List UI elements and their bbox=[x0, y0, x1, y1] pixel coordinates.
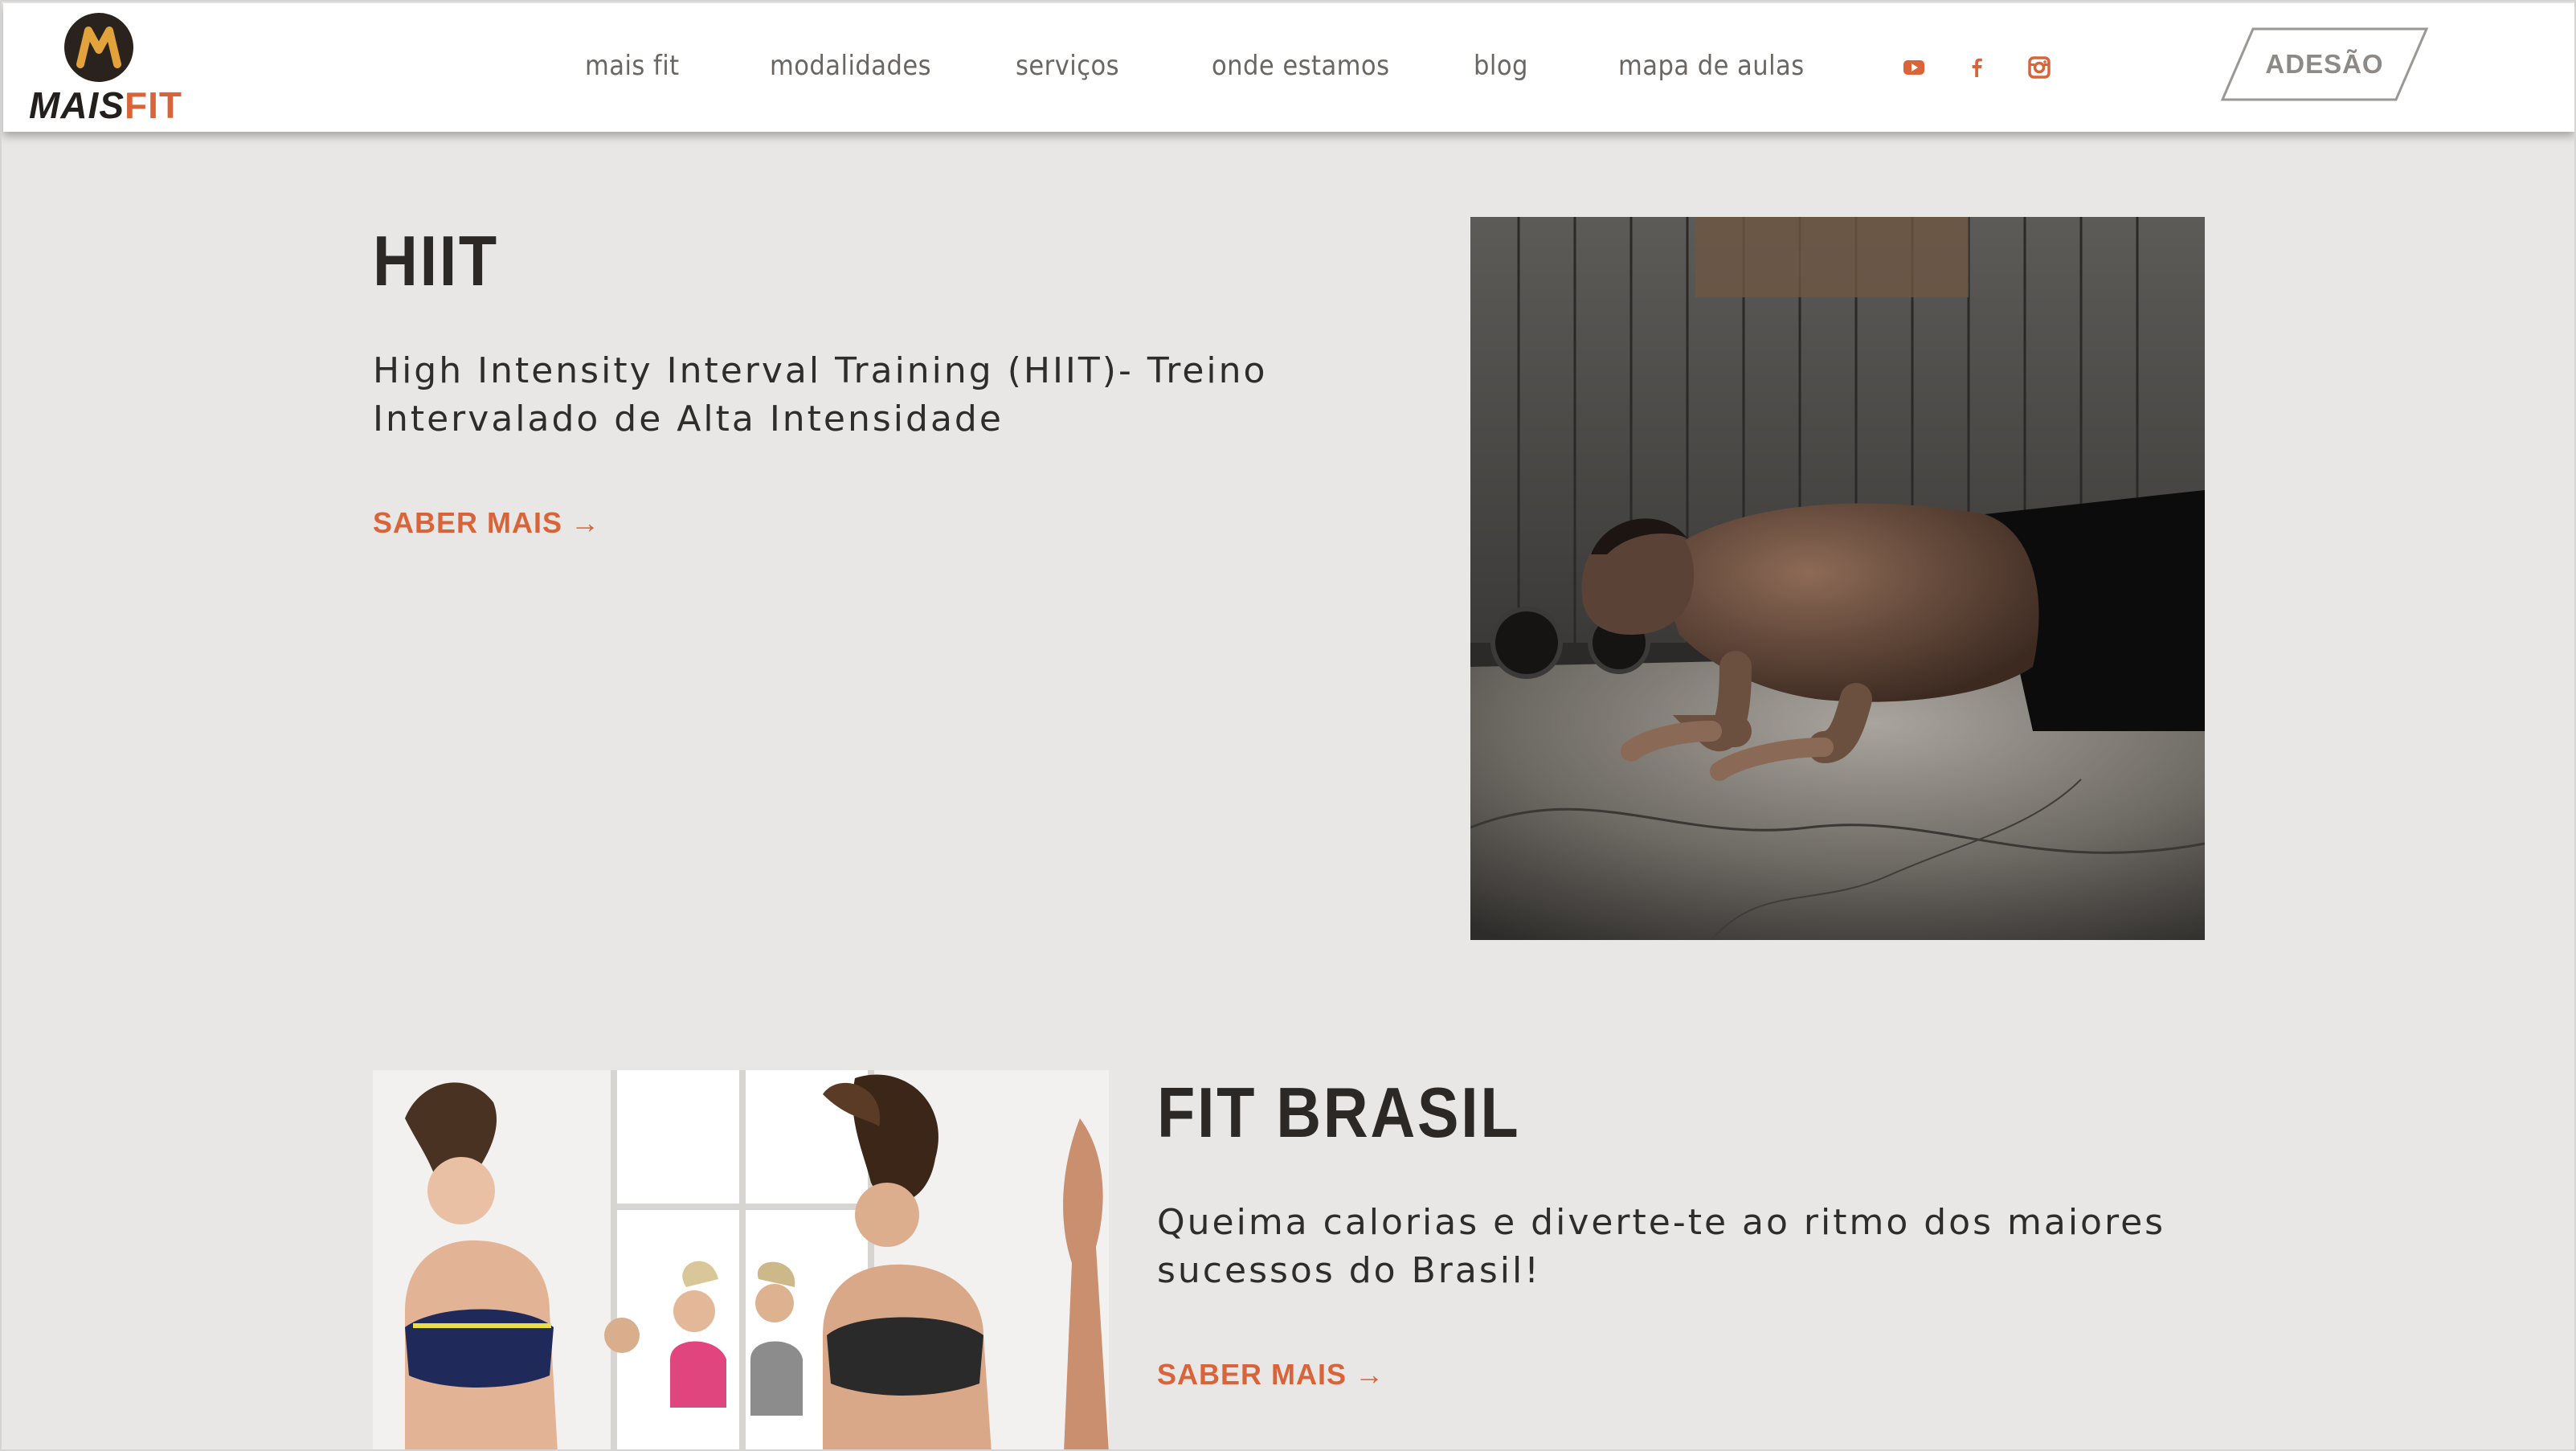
logo-badge-icon bbox=[64, 13, 133, 82]
site-header: MAISFIT mais fit modalidades serviços on… bbox=[3, 3, 2574, 132]
saber-mais-link-hiit[interactable]: SABER MAIS → bbox=[373, 506, 600, 540]
nav-item-onde-estamos[interactable]: onde estamos bbox=[1212, 50, 1389, 82]
class-title-fit-brasil: FIT BRASIL bbox=[1157, 1073, 1521, 1152]
arrow-right-icon: → bbox=[1355, 1358, 1385, 1391]
facebook-icon[interactable] bbox=[1962, 53, 1991, 82]
nav-item-mais-fit[interactable]: mais fit bbox=[585, 50, 680, 82]
adesao-button[interactable]: ADESÃO bbox=[2219, 27, 2430, 101]
youtube-icon[interactable] bbox=[1899, 53, 1928, 82]
nav-item-mapa-de-aulas[interactable]: mapa de aulas bbox=[1618, 50, 1805, 82]
adesao-label: ADESÃO bbox=[2265, 49, 2384, 79]
man-doing-push-up-photo bbox=[1470, 217, 2205, 940]
nav-item-servicos[interactable]: serviços bbox=[1016, 50, 1119, 82]
saber-mais-link-fit-brasil[interactable]: SABER MAIS → bbox=[1157, 1358, 1384, 1392]
mais-fit-logo[interactable]: MAISFIT bbox=[27, 11, 182, 128]
women-dancing-photo bbox=[373, 1070, 1109, 1449]
page: MAISFIT mais fit modalidades serviços on… bbox=[0, 0, 2576, 1451]
nav-item-modalidades[interactable]: modalidades bbox=[770, 50, 931, 82]
instagram-icon[interactable] bbox=[2025, 53, 2054, 82]
saber-mais-label: SABER MAIS bbox=[1157, 1358, 1347, 1391]
logo-wordmark: MAISFIT bbox=[29, 84, 182, 126]
saber-mais-label: SABER MAIS bbox=[373, 506, 563, 539]
nav-item-blog[interactable]: blog bbox=[1474, 50, 1528, 82]
class-title-hiit: HIIT bbox=[373, 221, 499, 300]
class-description-fit-brasil: Queima calorias e diverte-te ao ritmo do… bbox=[1157, 1202, 2166, 1291]
arrow-right-icon: → bbox=[570, 506, 601, 539]
class-description-hiit: High Intensity Interval Training (HIIT)-… bbox=[373, 350, 1268, 439]
